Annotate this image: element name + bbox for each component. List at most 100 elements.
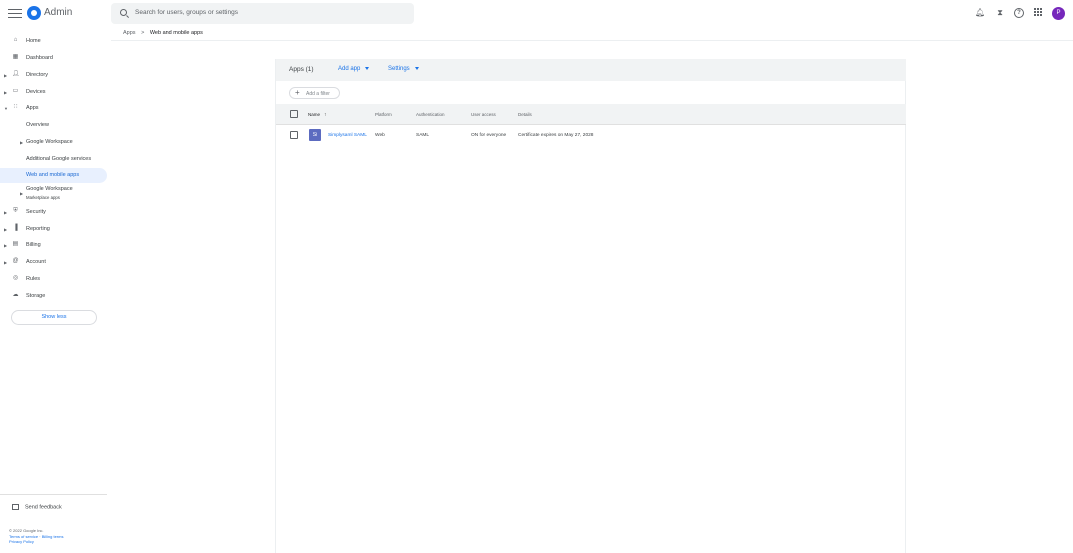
privacy-policy-link[interactable]: Privacy Policy: [9, 539, 63, 545]
sidebar-item-label: Dashboard: [26, 55, 53, 61]
caret-right-icon: ▶: [4, 227, 8, 232]
menu-icon[interactable]: [8, 6, 22, 20]
sidebar-item-security[interactable]: ▶ ⛨ Security: [0, 205, 107, 220]
column-header-details[interactable]: Details: [518, 112, 532, 117]
column-header-label: Name: [308, 112, 321, 117]
column-header-name[interactable]: Name ↑: [308, 112, 327, 118]
panel-header: Apps (1) Add app Settings: [276, 59, 906, 81]
help-icon[interactable]: ?: [1014, 8, 1024, 18]
sidebar-divider: [0, 494, 107, 495]
column-header-platform[interactable]: Platform: [375, 112, 392, 117]
sidebar-item-label: Billing: [26, 242, 41, 248]
sidebar-item-storage[interactable]: ☁︎ Storage: [0, 289, 107, 304]
caret-right-icon: ▶: [20, 140, 24, 145]
settings-button[interactable]: Settings: [388, 66, 419, 72]
sidebar-item-label: Security: [26, 209, 46, 215]
apps-count: Apps (1): [289, 66, 314, 73]
avatar[interactable]: P: [1052, 7, 1065, 20]
sidebar-item-label: Home: [26, 38, 41, 44]
app-platform: Web: [375, 133, 385, 138]
add-app-button[interactable]: Add app: [338, 66, 370, 72]
add-app-label: Add app: [338, 66, 361, 72]
breadcrumb-separator: >: [141, 30, 145, 36]
caret-right-icon: ▶: [4, 90, 8, 95]
column-header-authentication[interactable]: Authentication: [416, 112, 445, 117]
sidebar-item-label: Google Workspace: [26, 186, 73, 192]
send-feedback-label: Send feedback: [25, 504, 62, 511]
feedback-icon: [12, 504, 19, 510]
sidebar-item-directory[interactable]: ▶ 👤︎ Directory: [0, 68, 107, 83]
apps-panel: Apps (1) Add app Settings + Add a filter…: [275, 59, 906, 553]
app-details: Certificate expires on May 27, 2028: [518, 133, 594, 138]
app-authentication: SAML: [416, 133, 430, 138]
search-bar[interactable]: Search for users, groups or settings: [111, 3, 414, 24]
sidebar-item-apps[interactable]: ▼ ∷ Apps: [0, 101, 107, 116]
brand-name[interactable]: Admin: [44, 7, 72, 18]
caret-down-icon: ▼: [4, 106, 8, 111]
caret-right-icon: ▶: [4, 73, 8, 78]
credit-card-icon: ▤: [12, 241, 19, 247]
add-filter-button[interactable]: + Add a filter: [289, 87, 340, 99]
sidebar: ⌂ Home ▦ Dashboard ▶ 👤︎ Directory ▶ ▭ De…: [0, 33, 110, 553]
filter-row: + Add a filter: [276, 81, 906, 103]
devices-icon: ▭: [12, 88, 19, 94]
apps-grid-icon[interactable]: [1034, 8, 1044, 18]
sidebar-item-web-and-mobile-apps[interactable]: Web and mobile apps: [0, 168, 107, 183]
sidebar-item-rules[interactable]: ◎ Rules: [0, 272, 107, 287]
cloud-icon: ☁︎: [12, 292, 19, 298]
sidebar-item-reporting[interactable]: ▶ ▐ Reporting: [0, 222, 107, 237]
select-all-checkbox[interactable]: [290, 110, 298, 118]
caret-right-icon: ▶: [20, 191, 24, 196]
app-name-link[interactable]: Simplysaml SAML: [328, 133, 367, 138]
sidebar-item-home[interactable]: ⌂ Home: [0, 34, 107, 49]
show-less-button[interactable]: Show less: [11, 310, 97, 325]
table-row[interactable]: Si Simplysaml SAML Web SAML ON for every…: [276, 125, 906, 146]
sidebar-item-label: Storage: [26, 293, 46, 299]
home-icon: ⌂: [13, 37, 18, 43]
settings-label: Settings: [388, 66, 410, 72]
shield-icon: ⛨: [13, 208, 18, 214]
hourglass-icon[interactable]: ⧗: [995, 8, 1005, 18]
person-icon: 👤︎: [12, 71, 20, 77]
sort-arrow-icon: ↑: [324, 112, 327, 118]
divider: [111, 40, 1073, 41]
sidebar-item-label: Reporting: [26, 226, 50, 232]
terms-of-service-link[interactable]: Terms of service: [9, 534, 38, 539]
breadcrumb: Apps > Web and mobile apps: [123, 30, 203, 36]
at-sign-icon: @: [12, 258, 19, 264]
sidebar-item-marketplace-apps[interactable]: ▶ Google Workspace Marketplace apps: [0, 184, 107, 202]
sidebar-item-additional-google-services[interactable]: Additional Google services: [0, 152, 107, 167]
sidebar-item-label: Account: [26, 259, 46, 265]
send-feedback-button[interactable]: Send feedback: [12, 504, 62, 510]
admin-logo-icon[interactable]: [27, 6, 41, 20]
bell-icon[interactable]: 🔔︎: [975, 8, 985, 18]
sidebar-item-sublabel: Marketplace apps: [26, 195, 60, 200]
sidebar-item-label: Google Workspace: [26, 139, 73, 145]
apps-grid-icon: ∷: [13, 104, 18, 110]
app-user-access: ON for everyone: [471, 133, 507, 138]
search-input[interactable]: Search for users, groups or settings: [135, 9, 238, 16]
dropdown-arrow-icon: [365, 66, 370, 70]
caret-right-icon: ▶: [4, 260, 8, 265]
dropdown-arrow-icon: [414, 66, 419, 70]
sidebar-item-label: Apps: [26, 105, 39, 111]
column-header-user-access[interactable]: User access: [471, 112, 496, 117]
row-checkbox[interactable]: [290, 131, 298, 139]
sidebar-item-label: Overview: [26, 122, 49, 128]
sidebar-item-devices[interactable]: ▶ ▭ Devices: [0, 85, 107, 100]
billing-terms-link[interactable]: Billing terms: [42, 534, 64, 539]
sidebar-item-label: Devices: [26, 89, 46, 95]
caret-right-icon: ▶: [4, 243, 8, 248]
table-header: Name ↑ Platform Authentication User acces…: [276, 104, 906, 125]
sidebar-item-label: Additional Google services: [26, 156, 92, 162]
sidebar-item-billing[interactable]: ▶ ▤ Billing: [0, 238, 107, 253]
sidebar-item-label: Directory: [26, 72, 49, 78]
breadcrumb-apps[interactable]: Apps: [123, 30, 136, 36]
sidebar-item-dashboard[interactable]: ▦ Dashboard: [0, 51, 107, 66]
sidebar-item-overview[interactable]: Overview: [0, 118, 107, 133]
sidebar-item-label: Rules: [26, 276, 41, 282]
target-icon: ◎: [12, 275, 19, 281]
sidebar-item-account[interactable]: ▶ @ Account: [0, 255, 107, 270]
sidebar-item-google-workspace[interactable]: ▶ Google Workspace: [0, 135, 107, 150]
search-icon: [120, 9, 127, 16]
